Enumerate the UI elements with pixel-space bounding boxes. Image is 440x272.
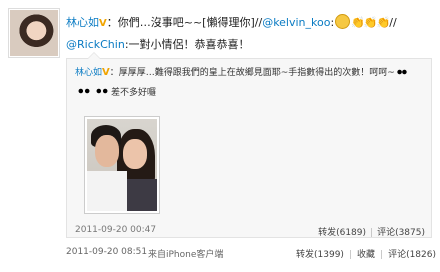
photo-detail [123,179,157,211]
post-text: ：你們…沒事吧~~[懶得理你]// [106,16,263,29]
comment-link[interactable]: 评论(1826) [388,250,436,260]
divider: | [370,228,374,238]
post-text-line-1: 林心如V：你們…沒事吧~~[懶得理你]//@kelvin_koo: 👏👏👏// [66,14,397,31]
verified-icon: V [102,67,110,78]
eyes-emoji-icon [94,85,110,97]
repost-author-link[interactable]: 林心如 [75,68,102,78]
favorite-link[interactable]: 收藏 [357,250,375,260]
post-source[interactable]: 来自iPhone客户端 [148,247,223,260]
post-text-slashes: // [389,16,397,29]
divider: | [348,250,352,260]
avatar-image [10,10,58,56]
smiley-emoji-icon [335,14,351,29]
author-avatar[interactable] [8,8,60,58]
repost-text-tail: 差不多好囉 [111,88,157,98]
photo-detail [87,171,127,211]
repost-text-line-2: 差不多好囉 [75,85,156,99]
repost-actions: 转发(6189) | 评论(3875) [318,225,425,238]
post-text-congrats: :一對小情侶！恭喜恭喜！ [124,38,250,51]
repost-photo-thumbnail[interactable] [85,117,159,213]
eyes-emoji-icon [76,85,92,97]
eyes-emoji-icon [395,67,408,77]
author-name-link[interactable]: 林心如 [66,16,99,29]
repost-text: ：厚厚厚…難得跟我們的皇上在故鄉見面耶~手指數得出的次數！呵呵~ [109,68,395,78]
repost-forward-link[interactable]: 转发(6189) [318,228,366,238]
post-text-line-2: @RickChin:一對小情侶！恭喜恭喜！ [66,38,250,52]
post-actions: 转发(1399) | 收藏 | 评论(1826) [296,247,436,260]
verified-icon: V [99,18,107,29]
repost-text-line-1: 林心如V：厚厚厚…難得跟我們的皇上在故鄉見面耶~手指數得出的次數！呵呵~ [75,67,409,79]
repost-timestamp[interactable]: 2011-09-20 00:47 [75,225,156,235]
divider: | [380,250,384,260]
clapping-emoji-icon: 👏👏👏 [351,16,390,29]
photo-detail [95,135,119,167]
reposted-weibo: 林心如V：厚厚厚…難得跟我們的皇上在故鄉見面耶~手指數得出的次數！呵呵~ 差不多… [66,52,432,238]
mention-rickchin[interactable]: @RickChin [66,38,125,51]
post-text-colon: : [330,16,335,29]
photo-detail [123,139,147,169]
post-timestamp[interactable]: 2011-09-20 08:51 [66,247,147,257]
mention-kelvin-koo[interactable]: @kelvin_koo [262,16,330,29]
repost-comment-link[interactable]: 评论(3875) [377,228,425,238]
forward-link[interactable]: 转发(1399) [296,250,344,260]
repost-caret [87,52,101,59]
